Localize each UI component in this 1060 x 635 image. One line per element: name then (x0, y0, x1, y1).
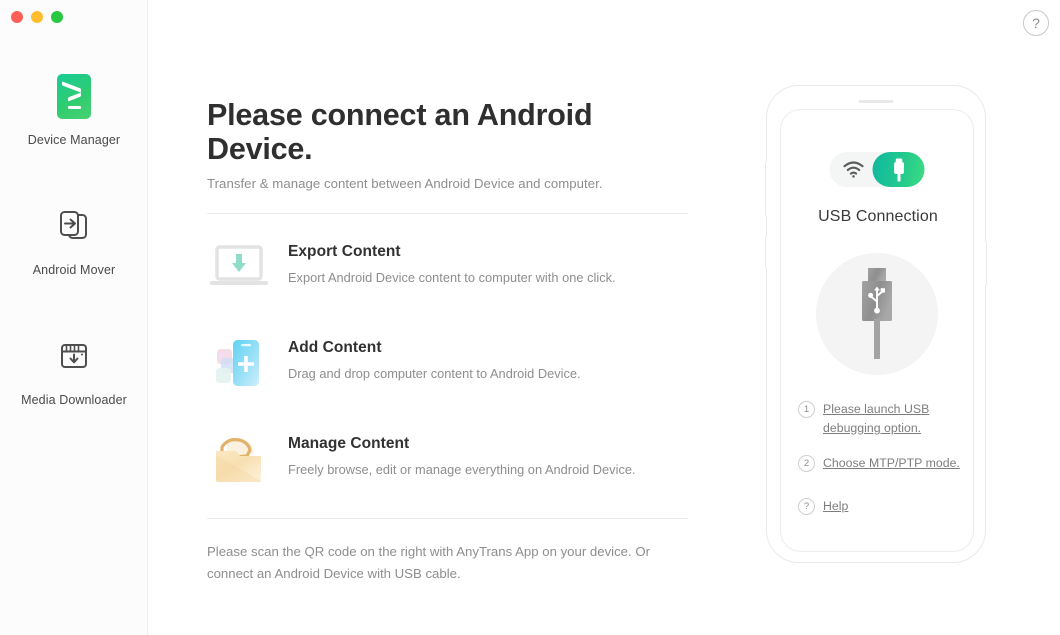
sidebar-item-android-mover[interactable]: Android Mover (0, 200, 148, 277)
help-step-number: ? (798, 498, 815, 516)
usb-plug-icon (893, 158, 904, 181)
setup-step[interactable]: 2 Choose MTP/PTP mode. (798, 454, 968, 473)
divider-bottom (207, 518, 688, 520)
zoom-button[interactable] (51, 11, 63, 23)
phone-volume-down-button (765, 236, 767, 269)
close-button[interactable] (11, 11, 23, 23)
setup-steps: 1 Please launch USB debugging option. 2 … (798, 400, 968, 532)
connection-mode-toggle[interactable] (829, 152, 925, 187)
step-number: 2 (798, 455, 815, 473)
divider-top (207, 213, 688, 215)
step-number: 1 (798, 401, 815, 418)
content-column: Please connect an Android Device. Transf… (207, 98, 688, 584)
feature-desc: Freely browse, edit or manage everything… (288, 462, 636, 478)
usb-option-selected[interactable] (872, 152, 925, 187)
device-manager-icon (48, 70, 100, 122)
help-button[interactable]: ? (1023, 10, 1049, 36)
feature-text: Export Content Export Android Device con… (288, 236, 616, 285)
feature-add-content[interactable]: Add Content Drag and drop computer conte… (207, 318, 687, 414)
usb-illustration (816, 253, 938, 375)
feature-title: Add Content (288, 339, 382, 357)
feature-manage-content[interactable]: Manage Content Freely browse, edit or ma… (207, 414, 687, 510)
setup-step[interactable]: 1 Please launch USB debugging option. (798, 400, 968, 438)
sidebar-item-device-manager[interactable]: Device Manager (0, 70, 148, 147)
minimize-button[interactable] (31, 11, 43, 23)
phone-mockup: USB Connection 1 Please launch USB debug… (765, 85, 987, 563)
feature-list: Export Content Export Android Device con… (207, 222, 687, 510)
sidebar-item-label: Android Mover (32, 263, 116, 277)
wifi-option[interactable] (830, 152, 878, 187)
sidebar-item-media-downloader[interactable]: Media Downloader (0, 330, 148, 407)
feature-text: Add Content Drag and drop computer conte… (288, 332, 581, 381)
help-link[interactable]: Help (823, 497, 848, 516)
feature-export-content[interactable]: Export Content Export Android Device con… (207, 222, 687, 318)
sidebar: Device Manager Android Mover Media Downl… (0, 0, 148, 635)
help-step[interactable]: ? Help (798, 497, 968, 516)
feature-title: Export Content (288, 243, 401, 261)
phone-power-button (985, 241, 987, 286)
page-subtitle: Transfer & manage content between Androi… (207, 176, 603, 192)
manage-content-icon (207, 428, 271, 490)
main-content: ? Please connect an Android Device. Tran… (148, 0, 1060, 635)
step-link[interactable]: Please launch USB debugging option. (823, 400, 968, 438)
feature-text: Manage Content Freely browse, edit or ma… (288, 428, 636, 477)
question-mark-icon: ? (1032, 15, 1040, 31)
add-content-icon (207, 332, 271, 394)
step-link[interactable]: Choose MTP/PTP mode. (823, 454, 960, 473)
export-content-icon (207, 236, 271, 298)
feature-title: Manage Content (288, 435, 410, 453)
phone-screen: USB Connection 1 Please launch USB debug… (780, 109, 974, 552)
usb-connector-icon (862, 268, 892, 359)
connection-status-label: USB Connection (818, 208, 938, 225)
sidebar-item-label: Device Manager (27, 133, 121, 147)
page-title: Please connect an Android Device. (207, 98, 593, 167)
android-mover-icon (48, 200, 100, 252)
app-window: Device Manager Android Mover Media Downl… (0, 0, 1060, 635)
footnote-text: Please scan the QR code on the right wit… (207, 544, 650, 581)
media-downloader-icon (48, 330, 100, 382)
phone-speaker-grille (858, 100, 894, 103)
window-traffic-lights (11, 11, 63, 23)
feature-desc: Export Android Device content to compute… (288, 270, 616, 286)
sidebar-item-label: Media Downloader (21, 393, 127, 407)
feature-desc: Drag and drop computer content to Androi… (288, 366, 581, 382)
wifi-icon (843, 161, 864, 178)
phone-volume-up-button (765, 161, 767, 217)
